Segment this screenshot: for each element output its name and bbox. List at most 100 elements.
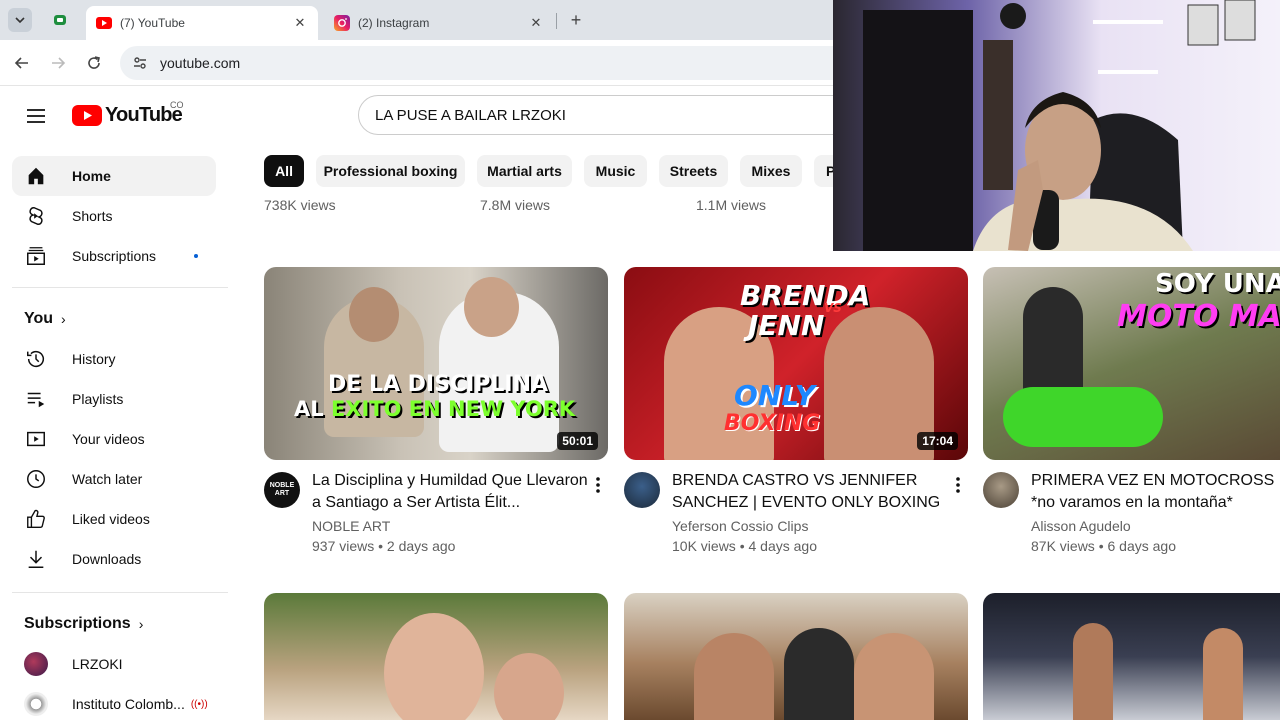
forward-button[interactable]	[47, 52, 69, 74]
chevron-right-icon: ›	[138, 616, 144, 632]
previous-video-views: 738K views	[264, 197, 336, 213]
fighter-figure	[1073, 623, 1113, 720]
sidebar-item-home[interactable]: Home	[12, 156, 216, 196]
channel-name[interactable]: Yeferson Cossio Clips	[672, 518, 948, 534]
thumbnail-caption: ONLY	[734, 379, 815, 412]
sidebar-item-label: Home	[72, 168, 111, 184]
search-input[interactable]: LA PUSE A BAILAR LRZOKI	[358, 95, 858, 135]
your-videos-icon	[24, 427, 48, 451]
new-content-dot	[194, 254, 198, 258]
video-duration: 50:01	[557, 432, 598, 450]
sidebar-item-label: Subscriptions	[72, 248, 157, 264]
tab-youtube[interactable]: (7) YouTube ✕	[86, 6, 318, 40]
video-metadata: PRIMERA VEZ EN MOTOCROSS *no varamos en …	[1031, 470, 1280, 554]
person-head	[464, 277, 519, 337]
sidebar-item-label: LRZOKI	[72, 656, 123, 672]
hamburger-menu-icon	[27, 109, 45, 123]
channel-name[interactable]: NOBLE ART	[312, 518, 588, 534]
more-actions-icon[interactable]	[588, 473, 608, 497]
chip-streets[interactable]: Streets	[659, 155, 728, 187]
sidebar-item-your-videos[interactable]: Your videos	[12, 419, 216, 459]
channel-avatar[interactable]: NOBLE ART	[264, 472, 300, 508]
video-stats: 87K views • 6 days ago	[1031, 538, 1176, 554]
video-thumbnail[interactable]	[264, 593, 608, 720]
youtube-logo[interactable]: YouTube CO	[72, 100, 184, 127]
section-title: You	[24, 310, 54, 327]
arrow-right-icon	[52, 57, 66, 69]
sidebar-item-subscriptions[interactable]: Subscriptions	[12, 236, 216, 276]
sidebar-item-watch-later[interactable]: Watch later	[12, 459, 216, 499]
history-icon	[24, 347, 48, 371]
video-thumbnail[interactable]: BRENDA VS JENN ONLY BOXING 17:04	[624, 267, 968, 460]
person-figure	[784, 628, 854, 720]
guide-menu-button[interactable]	[24, 104, 48, 128]
back-button[interactable]	[11, 52, 33, 74]
instagram-favicon-icon	[334, 15, 350, 31]
sidebar-item-shorts[interactable]: Shorts	[12, 196, 216, 236]
channel-name[interactable]: Alisson Agudelo	[1031, 518, 1280, 534]
tab-search-button[interactable]	[8, 8, 32, 32]
sidebar-item-label: Downloads	[72, 551, 142, 567]
person-head	[349, 287, 399, 342]
chip-music[interactable]: Music	[584, 155, 647, 187]
thumbnail-caption: MOTO MA	[1117, 299, 1280, 334]
shorts-icon	[24, 204, 48, 228]
close-tab-icon[interactable]: ✕	[292, 15, 308, 31]
reload-icon	[88, 56, 100, 69]
address-bar[interactable]: youtube.com	[120, 46, 880, 80]
channel-avatar	[24, 692, 48, 716]
chevron-down-icon	[15, 17, 25, 24]
country-code: CO	[170, 100, 184, 110]
video-title[interactable]: La Disciplina y Humildad Que Llevaron a …	[312, 470, 588, 514]
video-stats: 10K views • 4 days ago	[672, 538, 817, 554]
streamer-camera-feed	[833, 0, 1280, 251]
chip-martial-arts[interactable]: Martial arts	[477, 155, 572, 187]
sidebar-section-subscriptions[interactable]: Subscriptions ›	[24, 615, 143, 633]
tab-group-button[interactable]	[48, 8, 72, 32]
subscriptions-icon	[24, 244, 48, 268]
sidebar-item-label: Watch later	[72, 471, 143, 487]
video-stats: 937 views • 2 days ago	[312, 538, 456, 554]
video-title[interactable]: BRENDA CASTRO VS JENNIFER SANCHEZ | EVEN…	[672, 470, 948, 514]
youtube-favicon-icon	[96, 17, 112, 29]
home-icon	[24, 164, 48, 188]
sidebar-subscription-instituto[interactable]: Instituto Colomb... ((•))	[12, 684, 216, 720]
sidebar-item-history[interactable]: History	[12, 339, 216, 379]
close-tab-icon[interactable]: ✕	[528, 15, 544, 31]
sidebar-item-label: History	[72, 351, 116, 367]
site-settings-icon[interactable]	[132, 55, 148, 71]
chip-all[interactable]: All	[264, 155, 304, 187]
more-actions-icon[interactable]	[948, 473, 968, 497]
sidebar-item-downloads[interactable]: Downloads	[12, 539, 216, 579]
sidebar-subscription-lrzoki[interactable]: LRZOKI	[12, 644, 216, 684]
video-title[interactable]: PRIMERA VEZ EN MOTOCROSS *no varamos en …	[1031, 470, 1280, 514]
person-head	[384, 613, 484, 720]
thumbnail-caption: VS	[824, 301, 842, 315]
new-tab-icon[interactable]: +	[566, 10, 586, 31]
chip-professional-boxing[interactable]: Professional boxing	[316, 155, 465, 187]
channel-avatar[interactable]	[624, 472, 660, 508]
video-thumbnail[interactable]: SOY UNA MOTO MA	[983, 267, 1280, 460]
video-thumbnail[interactable]: DE LA DISCIPLINA AL EXITO EN NEW YORK 50…	[264, 267, 608, 460]
sidebar-item-label: Instituto Colomb...	[72, 696, 185, 712]
reload-button[interactable]	[83, 52, 105, 74]
chip-mixes[interactable]: Mixes	[740, 155, 802, 187]
downloads-icon	[24, 547, 48, 571]
video-thumbnail[interactable]	[624, 593, 968, 720]
sidebar-item-playlists[interactable]: Playlists	[12, 379, 216, 419]
channel-avatar[interactable]	[983, 472, 1019, 508]
tab-group-icon	[54, 15, 66, 25]
video-thumbnail[interactable]	[983, 593, 1280, 720]
sidebar-item-label: Playlists	[72, 391, 124, 407]
youtube-logo-icon	[72, 105, 102, 126]
arrow-left-icon	[14, 57, 28, 69]
tab-instagram[interactable]: (2) Instagram ✕	[324, 6, 554, 40]
motorbike-shape	[1003, 387, 1163, 447]
thumbnail-caption: SOY UNA	[1155, 269, 1280, 299]
sidebar-item-liked-videos[interactable]: Liked videos	[12, 499, 216, 539]
liked-videos-icon	[24, 507, 48, 531]
live-icon: ((•))	[190, 698, 208, 710]
sidebar-section-you[interactable]: You ›	[24, 310, 66, 328]
webcam-overlay	[833, 0, 1280, 251]
video-metadata: BRENDA CASTRO VS JENNIFER SANCHEZ | EVEN…	[672, 470, 948, 554]
